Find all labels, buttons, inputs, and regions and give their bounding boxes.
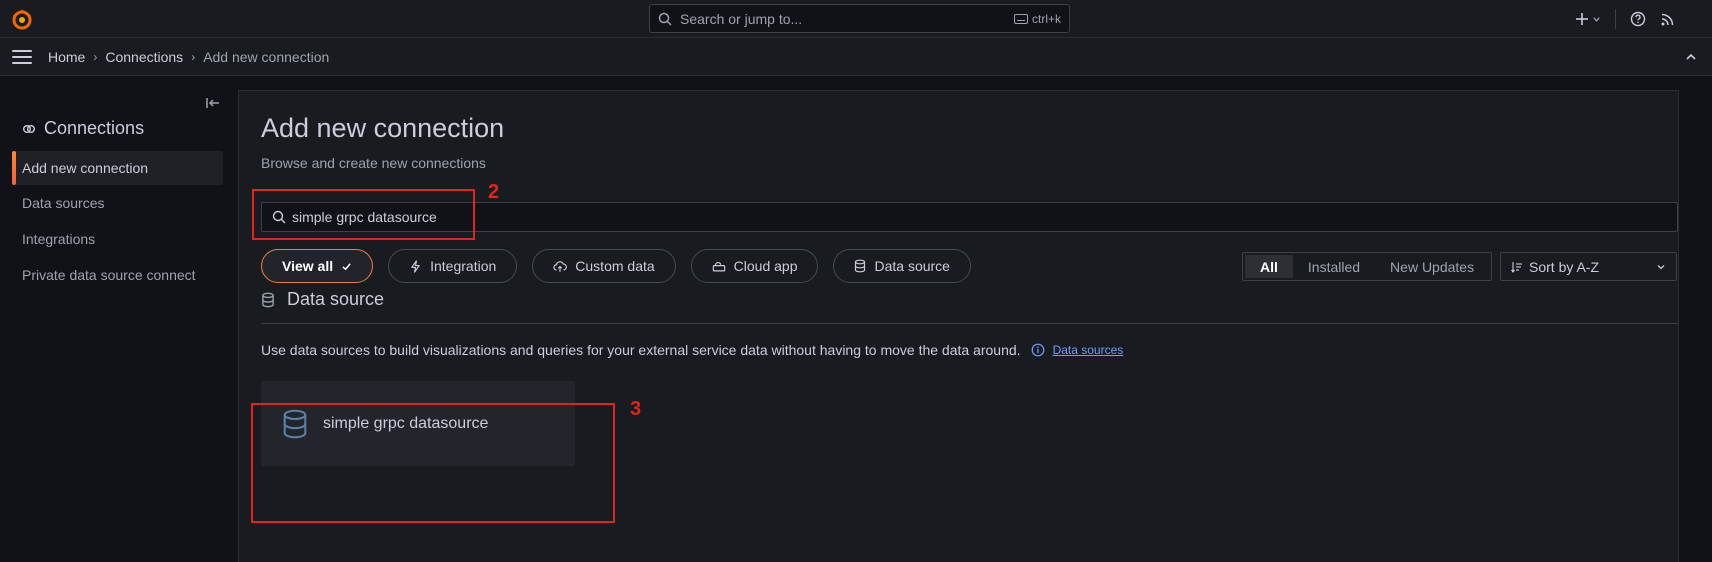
chip-view-all[interactable]: View all — [261, 249, 374, 283]
breadcrumb-home[interactable]: Home — [48, 49, 85, 65]
global-search-input[interactable]: Search or jump to... ctrl+k — [649, 4, 1070, 33]
sidebar-title: Connections — [22, 118, 144, 139]
annotation-number: 3 — [630, 398, 642, 420]
database-icon — [855, 259, 866, 273]
top-right-actions — [1575, 9, 1676, 29]
menu-icon[interactable] — [12, 49, 32, 64]
dock-menu-icon[interactable] — [206, 96, 220, 110]
search-icon — [658, 12, 672, 26]
segment-new-updates[interactable]: New Updates — [1375, 255, 1489, 278]
sidebar: Connections Add new connection Data sour… — [0, 76, 238, 562]
chevron-down-icon — [1593, 16, 1600, 22]
divider — [1615, 9, 1616, 29]
segment-all[interactable]: All — [1245, 255, 1293, 278]
sidebar-item-integrations[interactable]: Integrations — [12, 222, 223, 256]
rss-news-icon[interactable] — [1660, 11, 1676, 27]
chevron-right-icon: › — [93, 49, 98, 64]
chip-integration[interactable]: Integration — [388, 249, 518, 283]
chip-data-source[interactable]: Data source — [833, 249, 971, 283]
page-subtitle: Browse and create new connections — [261, 155, 486, 171]
sort-select[interactable]: Sort by A-Z — [1500, 252, 1677, 281]
breadcrumb-connections[interactable]: Connections — [105, 49, 183, 65]
add-new-button[interactable] — [1575, 12, 1601, 26]
page-title: Add new connection — [261, 113, 505, 143]
bolt-icon — [411, 259, 420, 273]
top-bar: Search or jump to... ctrl+k — [0, 0, 1712, 38]
breadcrumb-current: Add new connection — [203, 48, 330, 65]
data-sources-docs-link[interactable]: Data sources — [1053, 343, 1124, 357]
annotation-box-search — [252, 189, 475, 240]
grafana-logo-icon[interactable] — [10, 7, 34, 31]
keyboard-icon — [1013, 13, 1028, 24]
chevron-right-icon: › — [191, 49, 196, 64]
breadcrumb: Home › Connections › Add new connection — [48, 49, 329, 65]
plus-icon — [1576, 13, 1588, 25]
link-icon — [23, 124, 35, 133]
chevron-down-icon — [1657, 264, 1665, 269]
cloud-app-icon — [712, 261, 725, 271]
sort-icon — [1511, 261, 1522, 273]
database-icon — [262, 292, 274, 307]
chip-custom-data[interactable]: Custom data — [532, 249, 676, 283]
chevron-up-icon[interactable] — [1684, 50, 1698, 64]
annotation-box-card — [251, 403, 615, 523]
check-icon — [342, 262, 351, 270]
sidebar-item-add-new-connection[interactable]: Add new connection — [12, 151, 223, 185]
filter-chips: View all Integration Custom data Cloud a… — [261, 249, 971, 283]
info-icon — [1031, 343, 1044, 357]
help-icon[interactable] — [1630, 11, 1646, 27]
chip-cloud-app[interactable]: Cloud app — [690, 249, 819, 283]
section-heading: Data source — [261, 289, 384, 310]
breadcrumb-bar: Home › Connections › Add new connection — [0, 38, 1712, 76]
section-description: Use data sources to build visualizations… — [261, 342, 1124, 358]
sidebar-item-data-sources[interactable]: Data sources — [12, 186, 223, 220]
search-shortcut: ctrl+k — [1013, 12, 1061, 26]
sidebar-item-private-data-source-connect[interactable]: Private data source connect — [12, 258, 223, 292]
search-placeholder: Search or jump to... — [680, 10, 803, 27]
section-divider — [261, 323, 1678, 324]
cloud-upload-icon — [553, 260, 568, 272]
install-filter-segment: All Installed New Updates — [1242, 252, 1493, 281]
annotation-number: 2 — [488, 181, 500, 203]
segment-installed[interactable]: Installed — [1293, 255, 1375, 278]
